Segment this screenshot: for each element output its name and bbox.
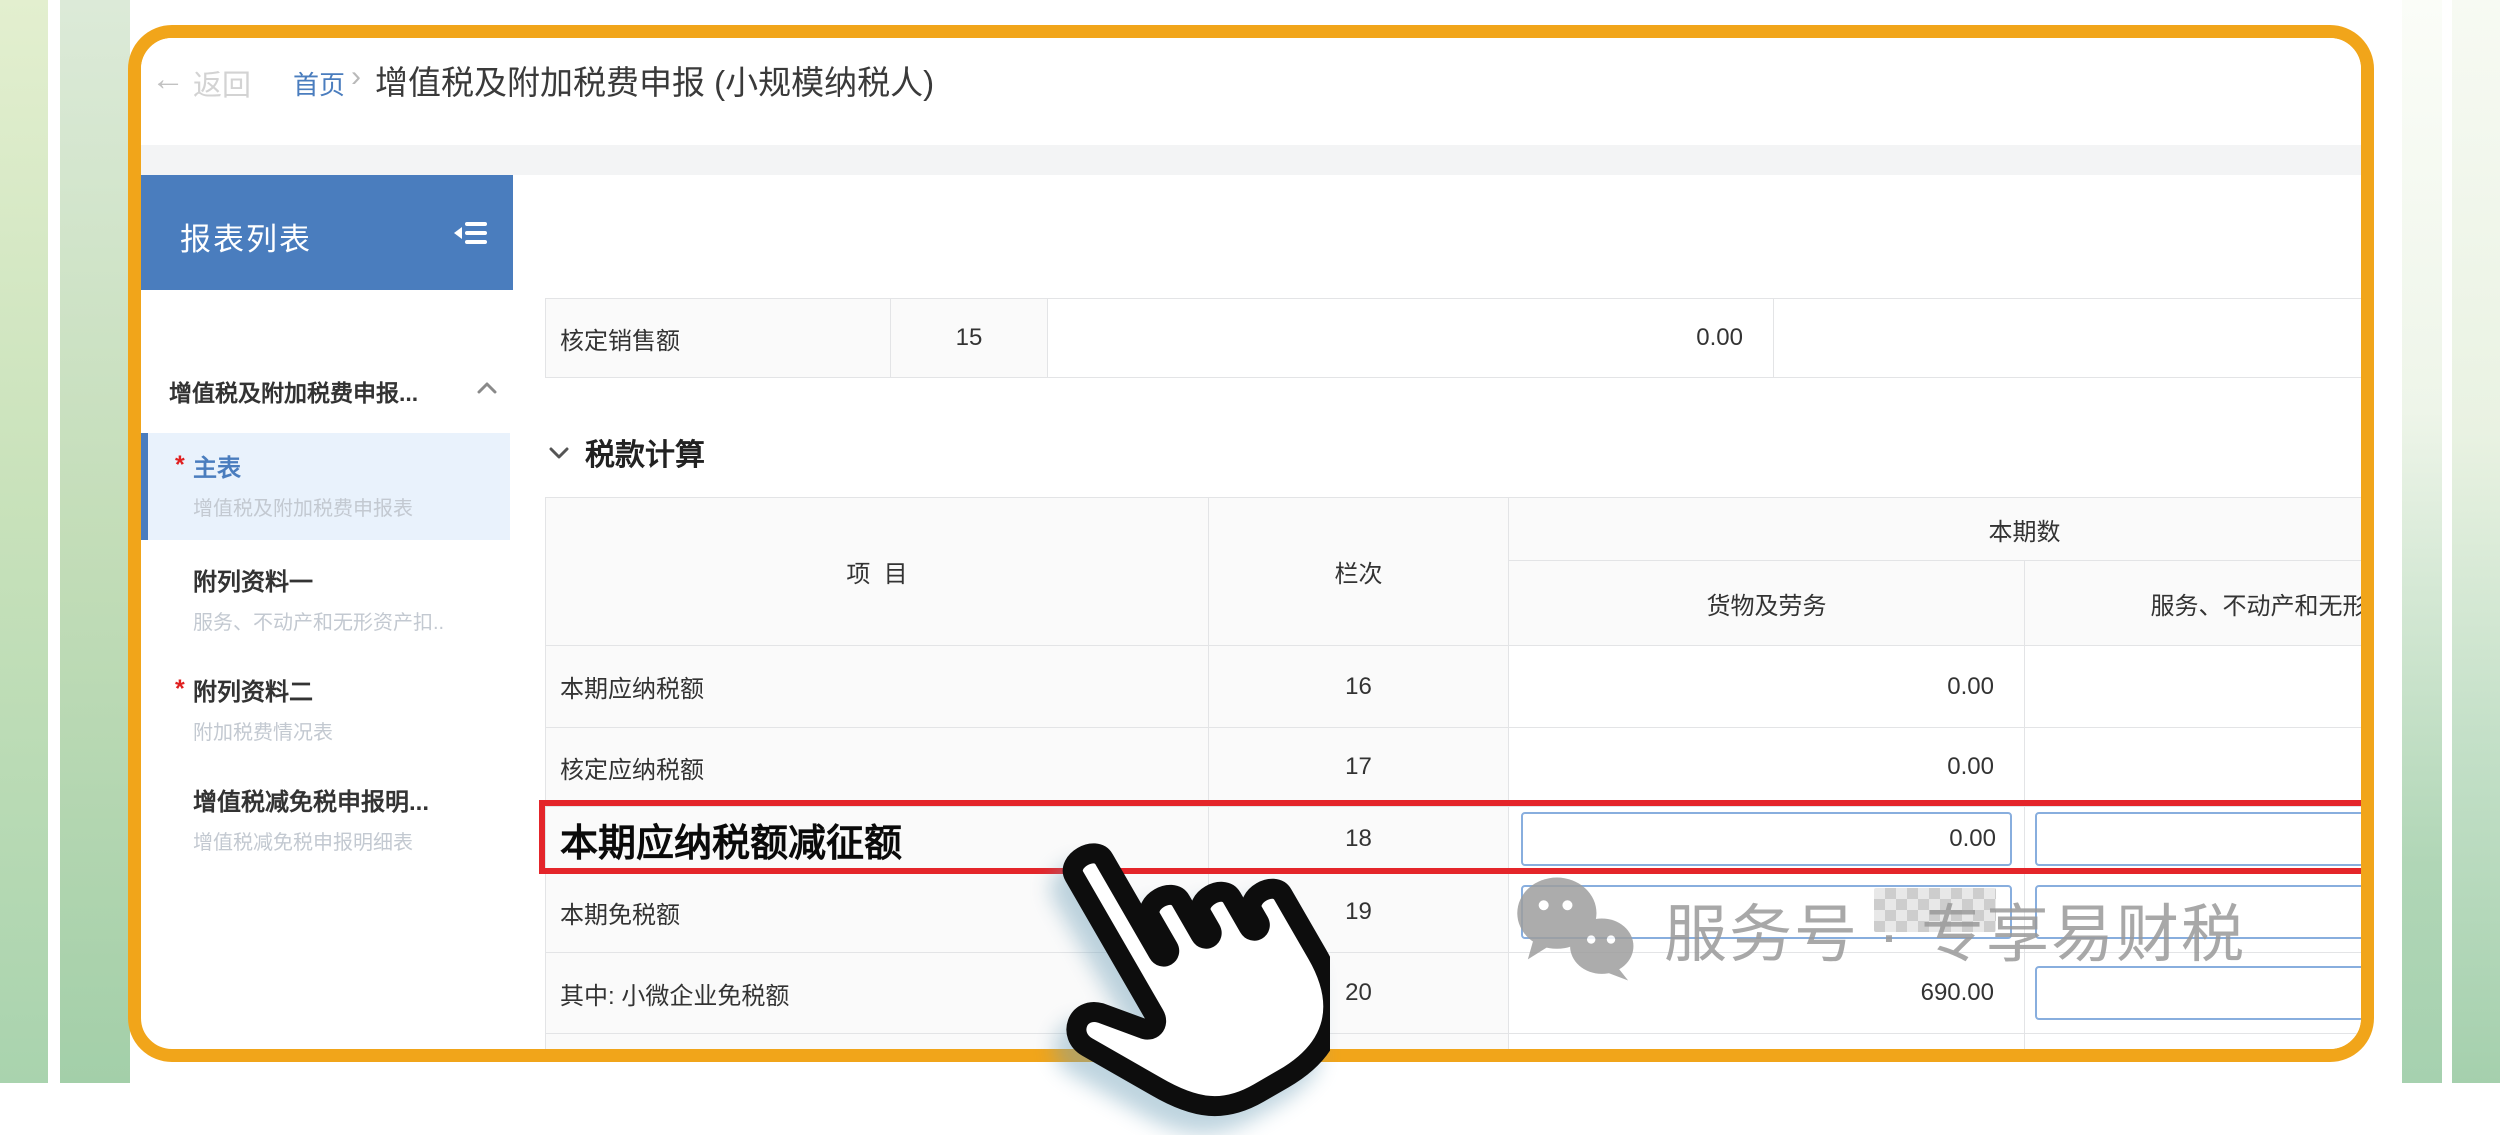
table-row-16: 本期应纳税额 16 0.00 — [546, 646, 2374, 728]
sidebar-group-label[interactable]: 增值税及附加税费申报... — [169, 374, 418, 408]
row-goods-cell — [1509, 807, 2025, 872]
page-title: 增值税及附加税费申报 (小规模纳税人) — [375, 56, 934, 104]
row-label-cell: 本期免税额 — [546, 872, 1209, 953]
sidebar-item-tax-reduction-subtitle: 增值税减免税申报明细表 — [193, 826, 413, 855]
breadcrumb: ← 返回 首页 › 增值税及附加税费申报 (小规模纳税人) — [141, 38, 2361, 145]
required-asterisk: * — [175, 451, 185, 480]
back-arrow-icon[interactable]: ← — [151, 60, 185, 99]
row-services-cell — [2025, 807, 2374, 872]
services-amount-input-19[interactable] — [2035, 885, 2374, 939]
sidebar-item-tax-reduction[interactable]: 增值税减免税申报明... — [193, 782, 429, 817]
chevron-down-icon[interactable] — [549, 446, 569, 459]
tax-calculation-table: 项 目 栏次 本期数 货物及劳务 服务、不动产和无形资产 本期应纳税额 16 0… — [545, 497, 2374, 1056]
back-button[interactable]: 返回 — [193, 62, 251, 104]
table-row-19: 本期免税额 19 — [546, 872, 2374, 953]
sidebar-item-main-form-subtitle: 增值税及附加税费申报表 — [193, 492, 413, 521]
upper-table: 核定销售额 15 0.00 — [545, 298, 2374, 378]
row-label-cell: 核定应纳税额 — [546, 728, 1209, 807]
row-services-cell — [2025, 953, 2374, 1034]
row-lineno-cell: 16 — [1209, 646, 1509, 728]
row-lineno-cell: 17 — [1209, 728, 1509, 807]
row-services-cell — [2025, 872, 2374, 953]
header-item: 项 目 — [546, 498, 1209, 646]
sidebar-item-main-form[interactable]: 主表 — [193, 448, 241, 483]
row-label-cell: 核定销售额 — [546, 299, 891, 378]
row-label-cell: 本期应纳税额 — [546, 646, 1209, 728]
header-current-period-group: 本期数 货物及劳务 服务、不动产和无形资产 — [1509, 498, 2374, 646]
bg-stripe-right-2 — [2452, 0, 2500, 1083]
required-asterisk: * — [175, 675, 185, 704]
bg-stripe-left-2 — [60, 0, 130, 1083]
sidebar-selected-indicator — [141, 433, 148, 540]
sidebar-item-attachment-1-subtitle: 服务、不动产和无形资产扣.. — [193, 606, 444, 635]
table-row-18-highlighted: 本期应纳税额减征额 18 — [546, 807, 2374, 872]
header-divider-strip — [141, 145, 2361, 175]
row-goods-cell — [1509, 872, 2025, 953]
section-title: 税款计算 — [585, 430, 705, 474]
row-lineno-cell: 18 — [1209, 807, 1509, 872]
table-row: 核定销售额 15 0.00 — [546, 299, 2374, 378]
row-services-cell — [2025, 728, 2374, 807]
redacted-value-mosaic — [1874, 888, 1996, 932]
services-amount-input-20[interactable] — [2035, 966, 2374, 1020]
header-services: 服务、不动产和无形资产 — [2025, 561, 2374, 646]
header-lineno: 栏次 — [1209, 498, 1509, 646]
sidebar-item-attachment-1[interactable]: 附列资料一 — [193, 562, 313, 597]
row-value-cell — [1774, 299, 2374, 378]
row-lineno-cell: 19 — [1209, 872, 1509, 953]
table-header: 项 目 栏次 本期数 货物及劳务 服务、不动产和无形资产 — [546, 498, 2374, 646]
services-amount-input-18[interactable] — [2035, 812, 2374, 866]
header-current-period: 本期数 — [1509, 498, 2374, 561]
sidebar-title: 报表列表 — [180, 214, 312, 259]
screen: { "colors": { "frame_orange": "#F1A51A",… — [0, 0, 2500, 1083]
row-label-cell: 其中: 小微企业免税额 — [546, 953, 1209, 1034]
table-row-partial — [546, 1034, 2374, 1056]
menu-fold-icon[interactable] — [453, 219, 487, 247]
breadcrumb-separator: › — [351, 60, 361, 94]
app-window: ← 返回 首页 › 增值税及附加税费申报 (小规模纳税人) 报表列表 增值税及附… — [128, 25, 2374, 1062]
breadcrumb-home-link[interactable]: 首页 — [293, 65, 345, 102]
bg-stripe-right-1 — [2402, 0, 2442, 1083]
table-row-20: 其中: 小微企业免税额 20 690.00 — [546, 953, 2374, 1034]
chevron-up-icon[interactable] — [477, 382, 497, 394]
header-goods: 货物及劳务 — [1509, 561, 2025, 646]
sidebar-item-attachment-2[interactable]: 附列资料二 — [193, 672, 313, 707]
section-header: 税款计算 — [549, 430, 705, 474]
table-row-17: 核定应纳税额 17 0.00 — [546, 728, 2374, 807]
row-lineno-cell: 20 — [1209, 953, 1509, 1034]
row-lineno-cell: 15 — [891, 299, 1048, 378]
sidebar-item-attachment-2-subtitle: 附加税费情况表 — [193, 716, 333, 745]
row-goods-cell: 0.00 — [1509, 646, 2025, 728]
row-goods-cell: 0.00 — [1509, 728, 2025, 807]
row-services-cell — [2025, 646, 2374, 728]
row-value-cell: 0.00 — [1048, 299, 1774, 378]
row-label-cell: 本期应纳税额减征额 — [546, 807, 1209, 872]
sidebar-header: 报表列表 — [141, 175, 513, 290]
goods-amount-input-18[interactable] — [1521, 812, 2012, 866]
bg-stripe-left-1 — [0, 0, 48, 1083]
row-goods-cell: 690.00 — [1509, 953, 2025, 1034]
